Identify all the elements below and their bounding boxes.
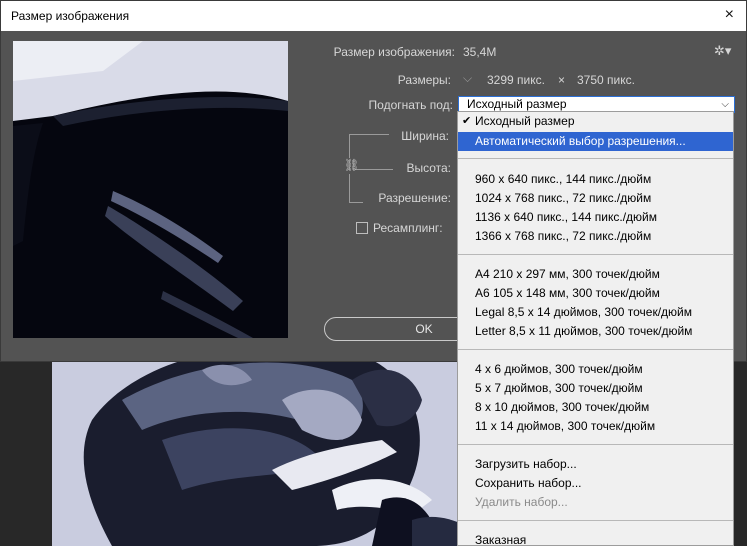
menu-item-save-preset[interactable]: Сохранить набор... (458, 474, 733, 493)
dimensions-width-value: 3299 пикс. (487, 73, 545, 87)
menu-item-screen-preset[interactable]: 1366 x 768 пикс., 72 пикс./дюйм (458, 227, 733, 246)
menu-item-delete-preset: Удалить набор... (475, 495, 568, 509)
image-size-label: Размер изображения: (333, 45, 455, 59)
dimensions-label: Размеры: (397, 73, 451, 87)
menu-item-auto-resolution[interactable]: Автоматический выбор разрешения... (458, 132, 733, 151)
resolution-label: Разрешение: (378, 191, 451, 205)
menu-item-screen-preset[interactable]: 1136 x 640 пикс., 144 пикс./дюйм (458, 208, 733, 227)
fit-to-value: Исходный размер (467, 97, 567, 111)
resample-checkbox[interactable] (356, 222, 368, 234)
width-label: Ширина: (401, 129, 449, 143)
dimensions-height-value: 3750 пикс. (577, 73, 635, 87)
dimensions-chevron-icon[interactable]: ⌵ (463, 71, 472, 86)
menu-item-paper-preset[interactable]: A4 210 x 297 мм, 300 точек/дюйм (458, 265, 733, 284)
menu-separator (458, 158, 733, 159)
menu-separator (458, 349, 733, 350)
fit-to-label: Подогнать под: (368, 98, 453, 112)
preview-image (13, 41, 288, 338)
chain-link-icon[interactable]: ⛓ (344, 158, 359, 174)
dialog-titlebar[interactable]: Размер изображения × (1, 1, 746, 31)
menu-item-custom[interactable]: Заказная (458, 531, 733, 545)
menu-item-photo-preset[interactable]: 8 x 10 дюймов, 300 точек/дюйм (458, 398, 733, 417)
resample-label: Ресамплинг: (373, 221, 443, 235)
checkmark-icon: ✔ (462, 115, 472, 127)
menu-item-photo-preset[interactable]: 5 x 7 дюймов, 300 точек/дюйм (458, 379, 733, 398)
menu-separator (458, 520, 733, 521)
menu-item-original-size[interactable]: ✔ Исходный размер (458, 112, 733, 131)
menu-item-photo-preset[interactable]: 4 x 6 дюймов, 300 точек/дюйм (458, 360, 733, 379)
close-icon[interactable]: × (725, 6, 734, 24)
menu-item-screen-preset[interactable]: 960 x 640 пикс., 144 пикс./дюйм (458, 170, 733, 189)
menu-item-load-preset[interactable]: Загрузить набор... (458, 455, 733, 474)
image-size-value: 35,4M (463, 45, 497, 59)
menu-item-screen-preset[interactable]: 1024 x 768 пикс., 72 пикс./дюйм (458, 189, 733, 208)
gear-icon[interactable]: ✲▾ (714, 43, 731, 59)
menu-item-label: Исходный размер (475, 114, 575, 128)
dimensions-times-sign: × (558, 73, 566, 87)
chevron-down-icon: ⌵ (721, 99, 729, 110)
menu-separator (458, 444, 733, 445)
fit-to-dropdown-menu: ✔ Исходный размер Автоматический выбор р… (457, 111, 734, 546)
menu-separator (458, 254, 733, 255)
menu-item-paper-preset[interactable]: Legal 8,5 x 14 дюймов, 300 точек/дюйм (458, 303, 733, 322)
menu-item-paper-preset[interactable]: Letter 8,5 x 11 дюймов, 300 точек/дюйм (458, 322, 733, 341)
image-preview[interactable] (13, 41, 288, 338)
dialog-title: Размер изображения (11, 9, 130, 23)
menu-item-photo-preset[interactable]: 11 x 14 дюймов, 300 точек/дюйм (458, 417, 733, 436)
height-label: Высота: (406, 161, 451, 175)
menu-item-paper-preset[interactable]: A6 105 x 148 мм, 300 точек/дюйм (458, 284, 733, 303)
